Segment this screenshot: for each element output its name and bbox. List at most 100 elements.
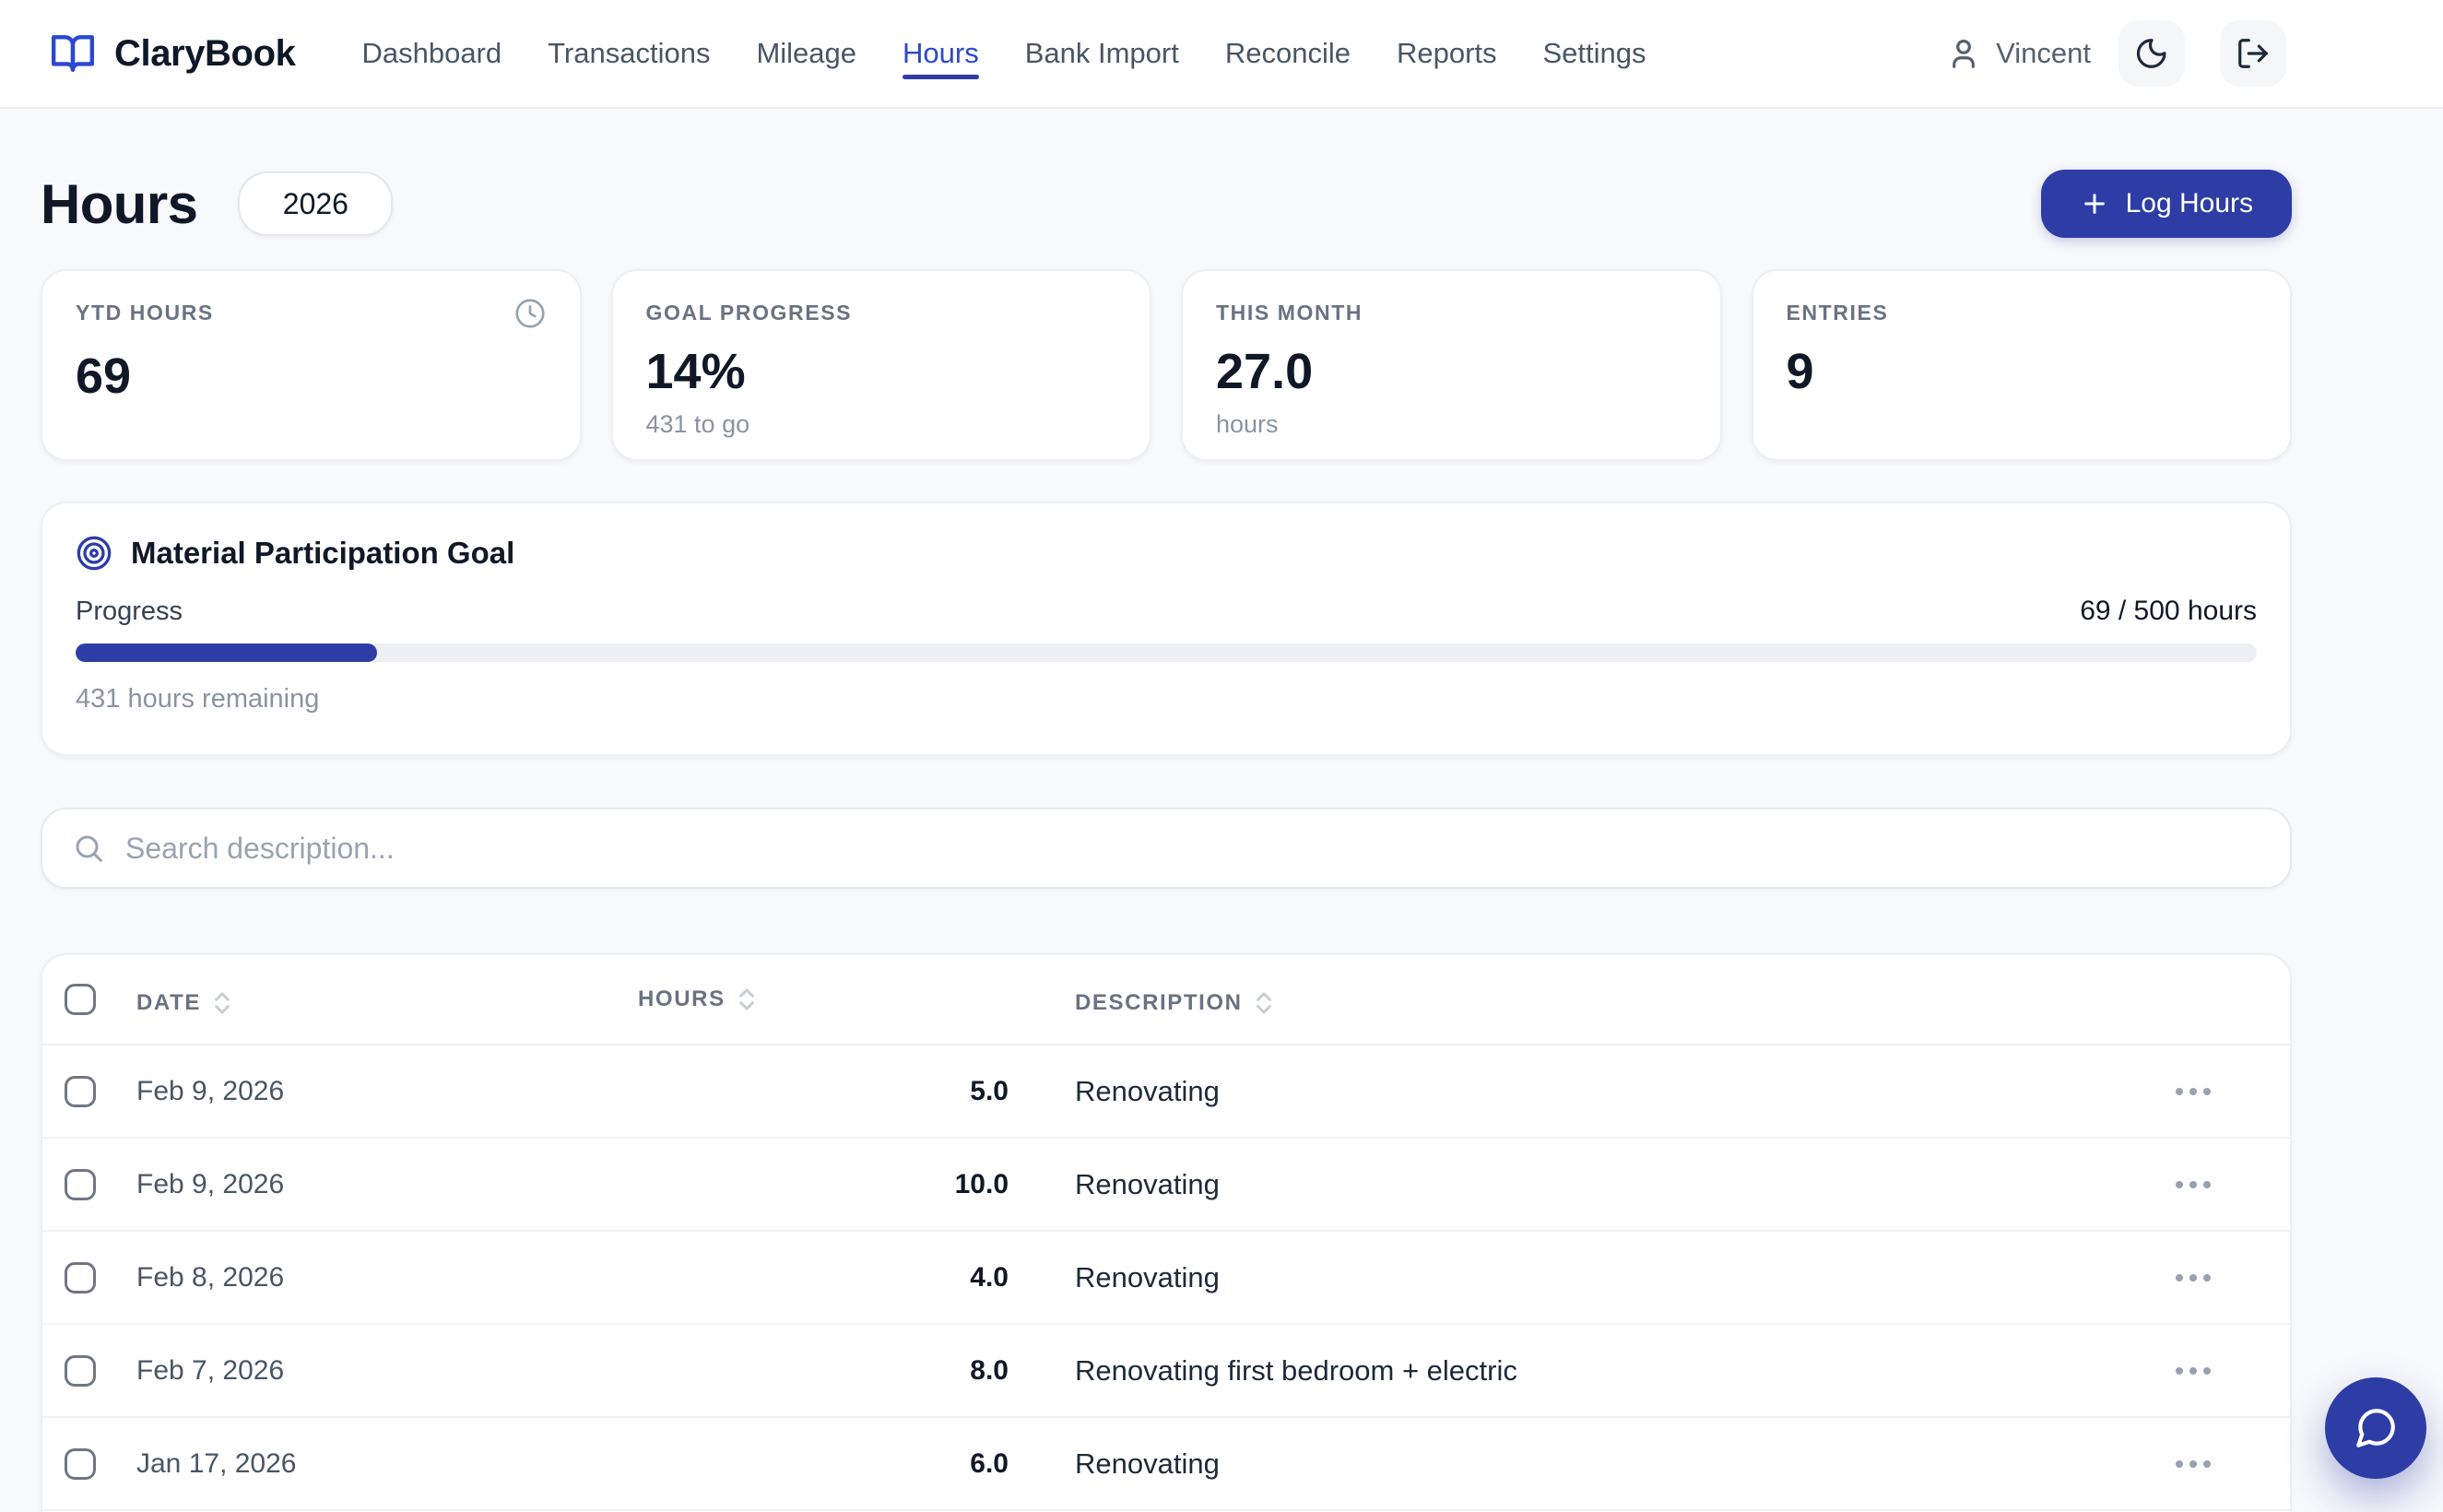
log-hours-label: Log Hours <box>2126 188 2253 219</box>
nav-item-mileage[interactable]: Mileage <box>756 0 856 107</box>
goal-progress-fill <box>76 644 377 662</box>
search-input[interactable] <box>125 832 2260 866</box>
nav-item-hours[interactable]: Hours <box>903 0 979 107</box>
chat-bubble-icon <box>2353 1405 2399 1451</box>
stat-sub: 431 to go <box>646 410 1117 439</box>
nav-item-reconcile[interactable]: Reconcile <box>1225 0 1351 107</box>
user-icon <box>1946 36 1981 71</box>
row-hours: 5.0 <box>638 1076 1027 1107</box>
logout-icon <box>2236 36 2271 71</box>
hours-table: DATE HOURS DES <box>41 953 2292 1512</box>
row-checkbox[interactable] <box>65 1169 96 1200</box>
nav-item-reports[interactable]: Reports <box>1397 0 1497 107</box>
page-title: Hours <box>41 172 197 236</box>
row-hours: 4.0 <box>638 1262 1027 1293</box>
goal-progress-bar <box>76 644 2257 662</box>
goal-title: Material Participation Goal <box>131 536 514 571</box>
nav-item-bank-import[interactable]: Bank Import <box>1025 0 1179 107</box>
row-date: Feb 8, 2026 <box>136 1262 638 1293</box>
row-description: Renovating <box>1027 1168 2168 1201</box>
column-header-hours[interactable]: HOURS <box>638 986 757 1013</box>
stat-value: 69 <box>76 348 547 404</box>
app-screen: ClaryBook Dashboard Transactions Mileage… <box>0 0 2443 1512</box>
row-date: Feb 9, 2026 <box>136 1169 638 1200</box>
row-hours: 8.0 <box>638 1355 1027 1387</box>
row-menu-button[interactable] <box>2168 1356 2218 1386</box>
goal-remaining: 431 hours remaining <box>76 684 2257 715</box>
row-menu-button[interactable] <box>2168 1077 2218 1106</box>
table-row: Feb 9, 2026 5.0 Renovating <box>42 1045 2290 1139</box>
page-header: Hours 2026 Log Hours <box>41 170 2292 238</box>
sort-icon <box>1254 989 1274 1017</box>
row-checkbox[interactable] <box>65 1448 96 1480</box>
stat-value: 9 <box>1787 344 2258 399</box>
table-row: Feb 8, 2026 4.0 Renovating <box>42 1232 2290 1325</box>
logout-button[interactable] <box>2220 20 2286 87</box>
goal-ratio: 69 / 500 hours <box>2080 596 2257 627</box>
plus-icon <box>2080 189 2109 219</box>
row-menu-button[interactable] <box>2168 1449 2218 1479</box>
table-row: Jan 17, 2026 6.0 Renovating <box>42 1418 2290 1511</box>
dark-mode-toggle-button[interactable] <box>2118 20 2185 87</box>
goal-progress-label: Progress <box>76 597 183 627</box>
open-book-icon <box>50 30 96 77</box>
table-header-row: DATE HOURS DES <box>42 955 2290 1045</box>
brand-name: ClaryBook <box>114 33 295 75</box>
row-checkbox[interactable] <box>65 1262 96 1293</box>
row-checkbox[interactable] <box>65 1355 96 1387</box>
sort-icon <box>737 986 757 1013</box>
stat-sub: hours <box>1216 410 1687 439</box>
column-label: DESCRIPTION <box>1075 990 1243 1016</box>
table-row: Feb 7, 2026 8.0 Renovating first bedroom… <box>42 1325 2290 1418</box>
stat-label: THIS MONTH <box>1216 301 1363 325</box>
top-navigation-bar: ClaryBook Dashboard Transactions Mileage… <box>0 0 2443 109</box>
stat-value: 14% <box>646 344 1117 399</box>
nav-item-dashboard[interactable]: Dashboard <box>361 0 502 107</box>
stat-card-ytd-hours: YTD HOURS 69 <box>41 269 582 461</box>
row-checkbox[interactable] <box>65 1076 96 1107</box>
stat-label: GOAL PROGRESS <box>646 301 853 325</box>
row-description: Renovating <box>1027 1075 2168 1108</box>
stat-label: YTD HOURS <box>76 301 214 325</box>
nav-item-settings[interactable]: Settings <box>1543 0 1646 107</box>
user-chip: Vincent <box>1946 36 2091 71</box>
target-icon <box>76 535 112 572</box>
log-hours-button[interactable]: Log Hours <box>2041 170 2292 238</box>
user-name: Vincent <box>1996 37 2091 70</box>
column-label: DATE <box>136 990 201 1016</box>
row-hours: 10.0 <box>638 1169 1027 1200</box>
search-bar <box>41 808 2292 889</box>
stat-card-entries: ENTRIES 9 <box>1752 269 2293 461</box>
select-all-checkbox[interactable] <box>65 984 96 1015</box>
row-menu-button[interactable] <box>2168 1170 2218 1199</box>
column-header-description[interactable]: DESCRIPTION <box>1075 989 1274 1017</box>
row-description: Renovating <box>1027 1447 2168 1481</box>
column-label: HOURS <box>638 986 726 1012</box>
sort-icon <box>212 989 232 1017</box>
row-menu-button[interactable] <box>2168 1263 2218 1293</box>
main-nav: Dashboard Transactions Mileage Hours Ban… <box>361 0 1646 107</box>
stat-label: ENTRIES <box>1787 301 1889 325</box>
stat-value: 27.0 <box>1216 344 1687 399</box>
clock-icon <box>513 297 547 330</box>
row-date: Feb 7, 2026 <box>136 1355 638 1387</box>
row-date: Jan 17, 2026 <box>136 1448 638 1480</box>
search-icon <box>72 832 105 865</box>
row-date: Feb 9, 2026 <box>136 1076 638 1107</box>
material-participation-goal-card: Material Participation Goal Progress 69 … <box>41 502 2292 756</box>
stat-card-goal-progress: GOAL PROGRESS 14% 431 to go <box>611 269 1152 461</box>
stats-row: YTD HOURS 69 GOAL PROGRESS 14% 431 to go… <box>41 269 2292 461</box>
brand-logo[interactable]: ClaryBook <box>50 30 295 77</box>
stat-card-this-month: THIS MONTH 27.0 hours <box>1181 269 1722 461</box>
row-description: Renovating <box>1027 1261 2168 1294</box>
moon-icon <box>2134 36 2169 71</box>
topbar-right-cluster: Vincent <box>1946 20 2286 87</box>
row-hours: 6.0 <box>638 1448 1027 1480</box>
row-description: Renovating first bedroom + electric <box>1027 1354 2168 1388</box>
nav-item-transactions[interactable]: Transactions <box>548 0 710 107</box>
main-content: Hours 2026 Log Hours YTD HOURS 69 <box>41 170 2292 1512</box>
year-select[interactable]: 2026 <box>238 171 393 236</box>
table-row: Feb 9, 2026 10.0 Renovating <box>42 1139 2290 1232</box>
column-header-date[interactable]: DATE <box>136 989 232 1017</box>
chat-support-button[interactable] <box>2325 1377 2426 1479</box>
